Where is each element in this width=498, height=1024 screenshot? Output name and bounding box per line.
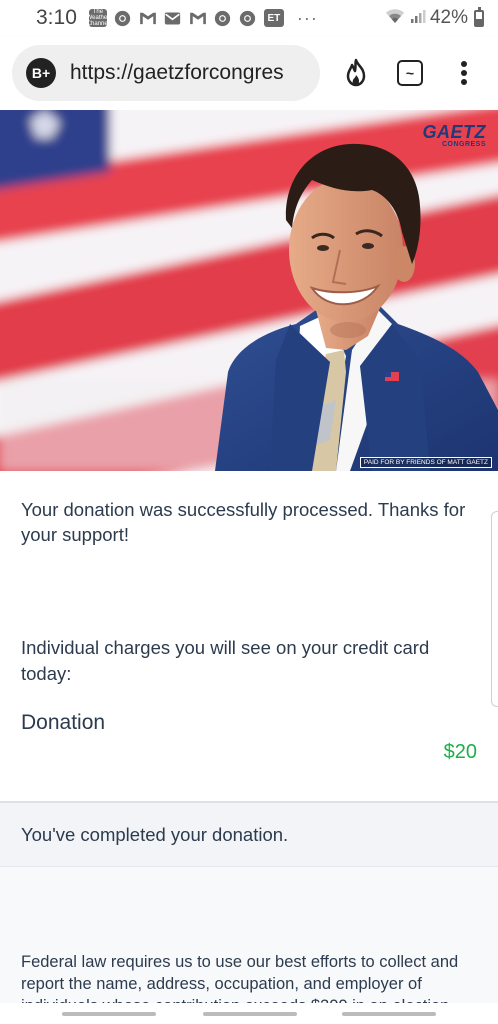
tab-count: ~ [397, 60, 423, 86]
fine-print-section: Federal law requires us to use our best … [0, 867, 498, 1015]
more-menu-icon[interactable] [448, 57, 480, 89]
chrome-icon [239, 9, 257, 27]
battery-icon [474, 6, 484, 27]
charge-label: Donation [21, 711, 106, 734]
completion-banner: You've completed your donation. [0, 801, 498, 867]
logo-main-text: GAETZ [422, 122, 486, 142]
paid-for-disclaimer: PAID FOR BY FRIENDS OF MATT GAETZ [359, 457, 492, 468]
gaetz-logo: GAETZ CONGRESS [423, 122, 487, 148]
status-right: 42% [384, 6, 484, 29]
address-bar[interactable]: B+ https://gaetzforcongres [12, 45, 320, 101]
status-time: 3:10 [36, 6, 77, 29]
more-notifications-icon: ··· [296, 7, 318, 28]
nav-back[interactable] [342, 1012, 436, 1016]
flame-icon[interactable] [340, 57, 372, 89]
et-icon: ET [263, 9, 284, 27]
weather-channel-icon: The Weather Channel [88, 9, 107, 27]
gmail-icon [189, 9, 207, 27]
browser-toolbar: B+ https://gaetzforcongres ~ [0, 36, 498, 110]
charge-amount: $20 [443, 741, 477, 763]
wifi-icon [384, 7, 406, 29]
browser-badge-icon[interactable]: B+ [26, 58, 56, 88]
signal-icon [410, 8, 426, 29]
tab-switcher-button[interactable]: ~ [394, 57, 426, 89]
scroll-handle[interactable] [491, 511, 498, 707]
mail-icon [164, 9, 182, 27]
charges-intro: Individual charges you will see on your … [21, 637, 430, 684]
toolbar-icons: ~ [340, 57, 486, 89]
gmail-icon [139, 9, 157, 27]
chrome-icon [214, 9, 232, 27]
completion-message: You've completed your donation. [21, 823, 289, 845]
notification-icons: The Weather Channel ET ··· [88, 7, 318, 29]
success-message: Your donation was successfully processed… [21, 499, 466, 545]
nav-recent-apps[interactable] [62, 1012, 156, 1016]
status-bar: 3:10 The Weather Channel ET ··· 42% [0, 0, 498, 36]
gesture-navigation-bar [0, 1003, 498, 1024]
hero-image: GAETZ CONGRESS PAID FOR BY FRIENDS OF MA… [0, 110, 498, 471]
chrome-icon [114, 9, 132, 27]
hero-illustration [0, 110, 498, 471]
nav-home[interactable] [203, 1012, 297, 1016]
battery-percent: 42% [429, 7, 468, 28]
url-text[interactable]: https://gaetzforcongres [70, 61, 284, 85]
